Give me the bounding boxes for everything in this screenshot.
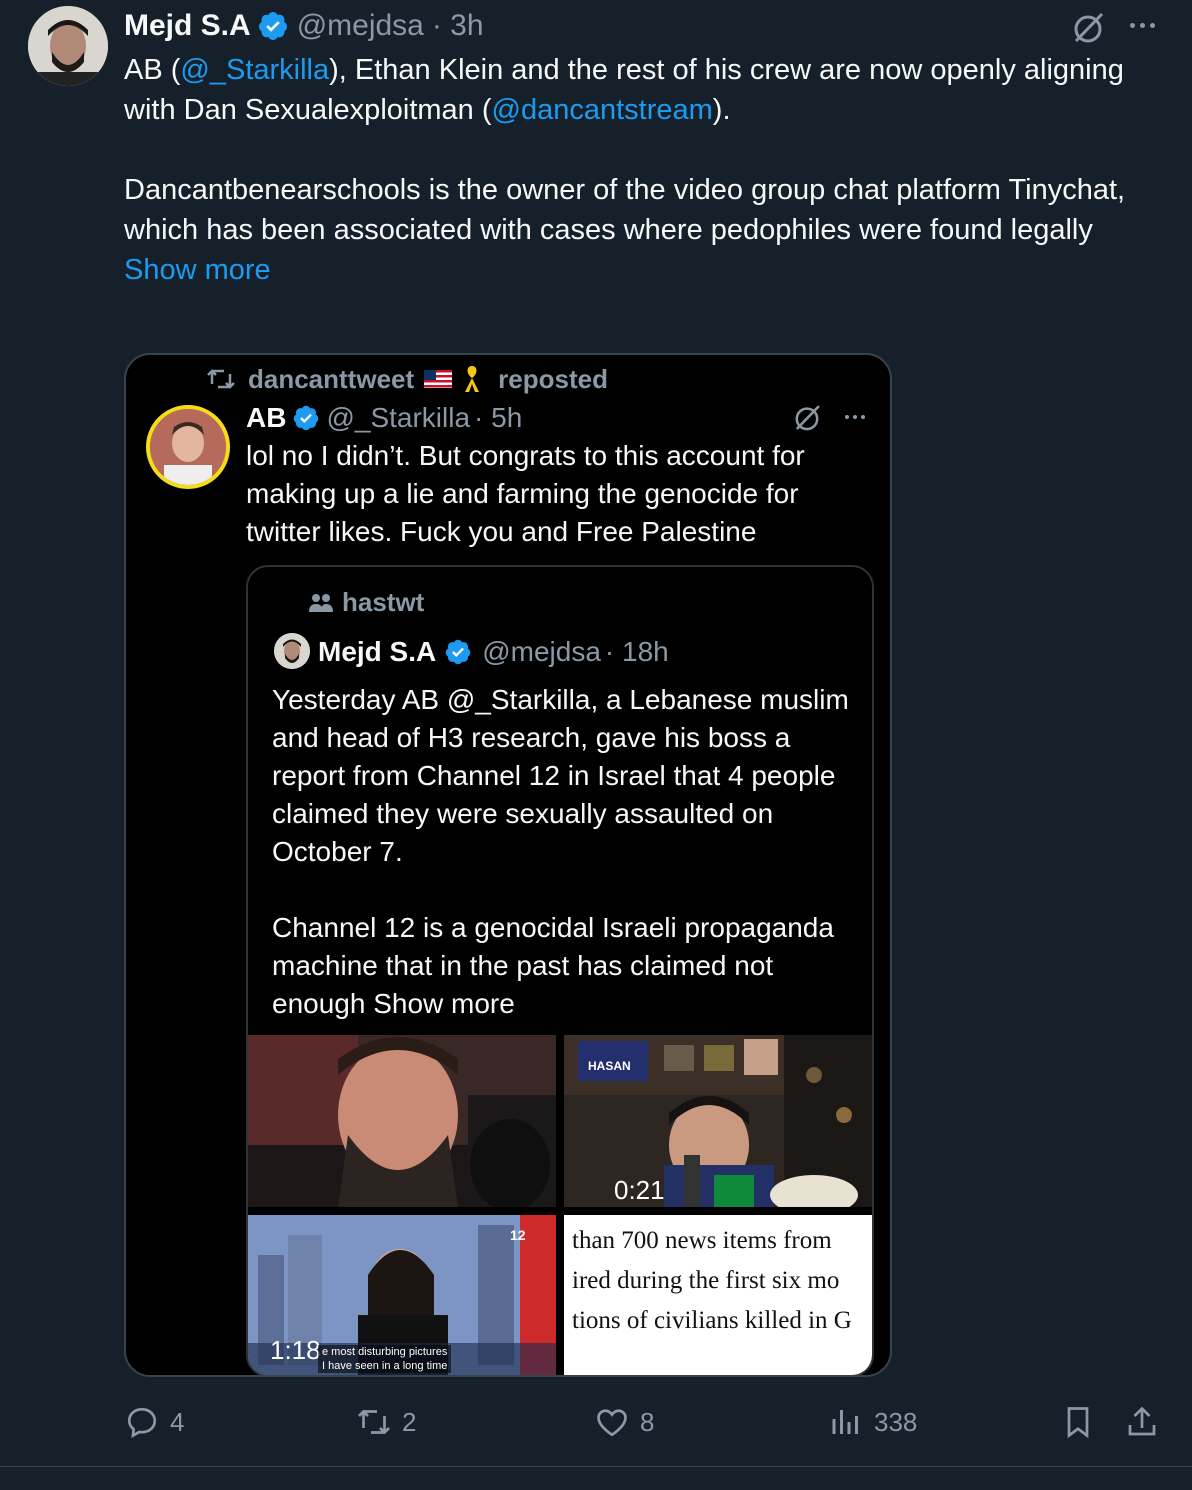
repost-label: reposted: [498, 363, 608, 394]
more-icon: [840, 407, 870, 427]
video-duration: 0:21: [614, 1175, 665, 1205]
media-grid: 0:21 HASAN 12 1:18 e most disturbing pic…: [248, 1035, 872, 1375]
article-line: tions of civilians killed in G: [572, 1307, 852, 1334]
quoted-paragraph: Channel 12 is a genocidal Israeli propag…: [272, 912, 834, 1019]
repost-icon: [358, 1409, 390, 1435]
channel-logo-text: 12: [510, 1227, 526, 1243]
reply-count: 4: [170, 1406, 185, 1437]
like-button[interactable]: 8: [594, 1398, 654, 1446]
media-tile-article[interactable]: than 700 news items from ired during the…: [564, 1215, 872, 1375]
quoted-text: Yesterday AB @_Starkilla, a Lebanese mus…: [272, 681, 862, 1023]
like-icon: [597, 1409, 627, 1437]
media-tile-video[interactable]: 0:21 HASAN: [564, 1035, 872, 1207]
grok-icon: [795, 405, 820, 431]
ab-name: AB: [246, 402, 287, 433]
bookmark-icon: [1067, 1407, 1089, 1439]
tweet-time[interactable]: · 3h: [432, 9, 484, 43]
verified-badge-icon: [445, 639, 471, 665]
tweet-header: Mejd S.A @mejdsa · 3h: [124, 6, 484, 46]
tweet: Mejd S.A @mejdsa · 3h AB (@_Starkilla), …: [0, 0, 1192, 1466]
tweet-text: AB (@_Starkilla), Ethan Klein and the re…: [124, 50, 1134, 290]
reply-button[interactable]: 4: [124, 1398, 184, 1446]
mention-link[interactable]: @_Starkilla: [180, 54, 329, 86]
repost-indicator: dancanttweet reposted: [206, 363, 608, 395]
ab-time: · 5h: [474, 402, 523, 433]
tweet-divider: [0, 1466, 1192, 1467]
ab-avatar: [146, 405, 230, 489]
community-indicator: hastwt: [308, 585, 424, 619]
media-tile-news[interactable]: 12 1:18 e most disturbing pictures I hav…: [248, 1215, 556, 1375]
mention-link[interactable]: @dancantstream: [492, 94, 713, 126]
grok-icon[interactable]: [1068, 8, 1108, 48]
reposter-name: dancanttweet: [248, 363, 415, 394]
tweet-paragraph: Dancantbenearschools is the owner of the…: [124, 174, 1126, 246]
subtitle-line: I have seen in a long time: [322, 1360, 448, 1372]
quoted-name: Mejd S.A: [318, 636, 437, 667]
bookmark-button[interactable]: [1060, 1398, 1106, 1446]
repost-icon: [207, 369, 235, 389]
subtitle-line: e most disturbing pictures: [322, 1346, 448, 1358]
repost-count: 2: [402, 1406, 417, 1437]
reply-icon: [127, 1407, 157, 1438]
ab-tweet-text: lol no I didn’t. But congrats to this ac…: [246, 440, 805, 547]
views-button[interactable]: 338: [828, 1398, 917, 1446]
verified-badge-icon: [258, 12, 287, 40]
verified-badge-icon: [294, 405, 319, 431]
show-more-link[interactable]: Show more: [124, 250, 1134, 290]
community-name: hastwt: [342, 586, 425, 617]
quoted-header: Mejd S.A @mejdsa · 18h: [318, 633, 669, 671]
community-icon: [309, 594, 333, 612]
tweet-text-segment: ).: [712, 94, 731, 126]
embedded-screenshot[interactable]: dancanttweet reposted AB @_Starkilla · 5…: [124, 353, 892, 1377]
article-line: ired during the first six mo: [572, 1267, 840, 1294]
quoted-handle: @mejdsa: [482, 636, 601, 667]
like-count: 8: [640, 1406, 655, 1437]
quoted-avatar: [274, 633, 310, 669]
quoted-time: · 18h: [604, 636, 669, 667]
quoted-tweet: hastwt Mejd S.A @mejdsa · 18h Yesterday …: [246, 565, 874, 1375]
action-bar: 4 2 8 338: [124, 1398, 1164, 1448]
ab-header: AB @_Starkilla · 5h: [246, 400, 522, 436]
ab-handle: @_Starkilla: [326, 402, 471, 433]
tile-sign-text: HASAN: [588, 1059, 631, 1073]
share-button[interactable]: [1124, 1398, 1170, 1446]
views-icon: [832, 1410, 858, 1434]
media-tile-person: [248, 1035, 556, 1207]
more-icon[interactable]: [1124, 14, 1160, 36]
tweet-text-segment: AB (: [124, 54, 181, 86]
ribbon-icon: [465, 366, 480, 392]
repost-button[interactable]: 2: [356, 1398, 416, 1446]
quoted-paragraph: Yesterday AB @_Starkilla, a Lebanese mus…: [272, 684, 849, 867]
share-icon: [1128, 1406, 1156, 1436]
article-snippet: than 700 news items from ired during the…: [572, 1221, 872, 1341]
article-line: than 700 news items from: [572, 1227, 832, 1254]
video-subtitle: e most disturbing pictures I have seen i…: [318, 1345, 452, 1373]
flag-icon: [424, 370, 453, 388]
views-count: 338: [874, 1406, 918, 1437]
author-name[interactable]: Mejd S.A: [124, 9, 251, 43]
author-avatar[interactable]: [28, 6, 108, 86]
author-handle[interactable]: @mejdsa: [297, 9, 424, 43]
